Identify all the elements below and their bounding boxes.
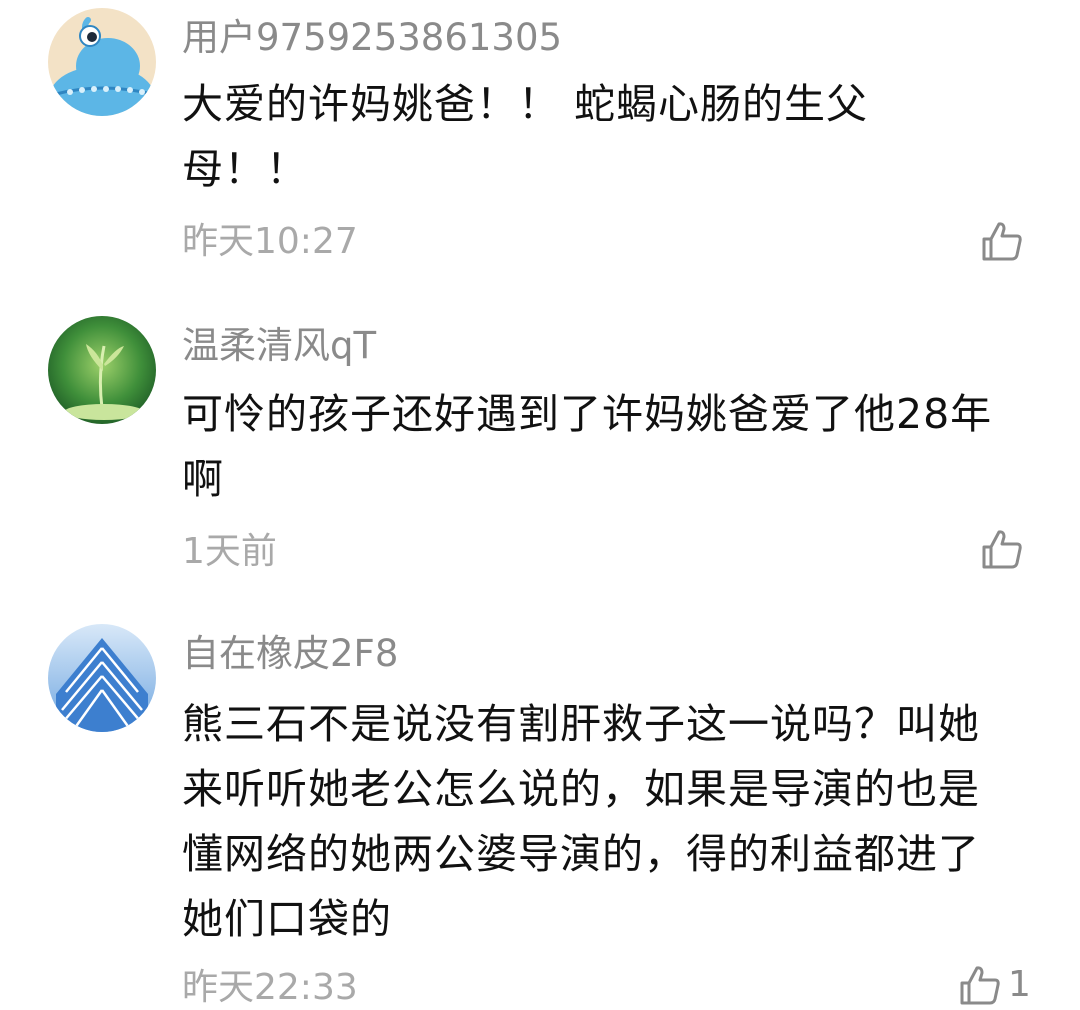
comment-text: 可怜的孩子还好遇到了许妈姚爸爱了他28年啊 <box>182 390 993 503</box>
thumbs-up-icon <box>982 222 1022 261</box>
blue-building-avatar-icon <box>48 624 156 732</box>
user-avatar[interactable] <box>48 624 156 732</box>
thumbs-up-icon <box>982 530 1022 569</box>
comment-timestamp: 1天前 <box>182 531 277 572</box>
comment-timestamp: 昨天10:27 <box>182 221 358 262</box>
user-avatar[interactable] <box>48 316 156 424</box>
like-button[interactable] <box>980 216 1040 266</box>
like-button[interactable] <box>980 524 1040 574</box>
user-avatar[interactable] <box>48 8 156 116</box>
comment-text: 熊三石不是说没有割肝救子这一说吗？叫她来听听她老公怎么说的，如果是导演的也是懂网… <box>182 700 980 943</box>
comment-username[interactable]: 自在橡皮2F8 <box>182 632 398 676</box>
comment-text: 大爱的许妈姚爸！！ 蛇蝎心肠的生父母！！ <box>182 80 869 193</box>
thumbs-up-icon <box>960 966 1000 1005</box>
comment-username[interactable]: 温柔清风qT <box>182 324 376 368</box>
like-count: 1 <box>1008 964 1031 1005</box>
green-sprout-avatar-icon <box>48 316 156 424</box>
comment-username[interactable]: 用户9759253861305 <box>182 16 562 60</box>
comment-timestamp: 昨天22:33 <box>182 967 358 1008</box>
blue-alien-avatar-icon <box>48 8 156 116</box>
